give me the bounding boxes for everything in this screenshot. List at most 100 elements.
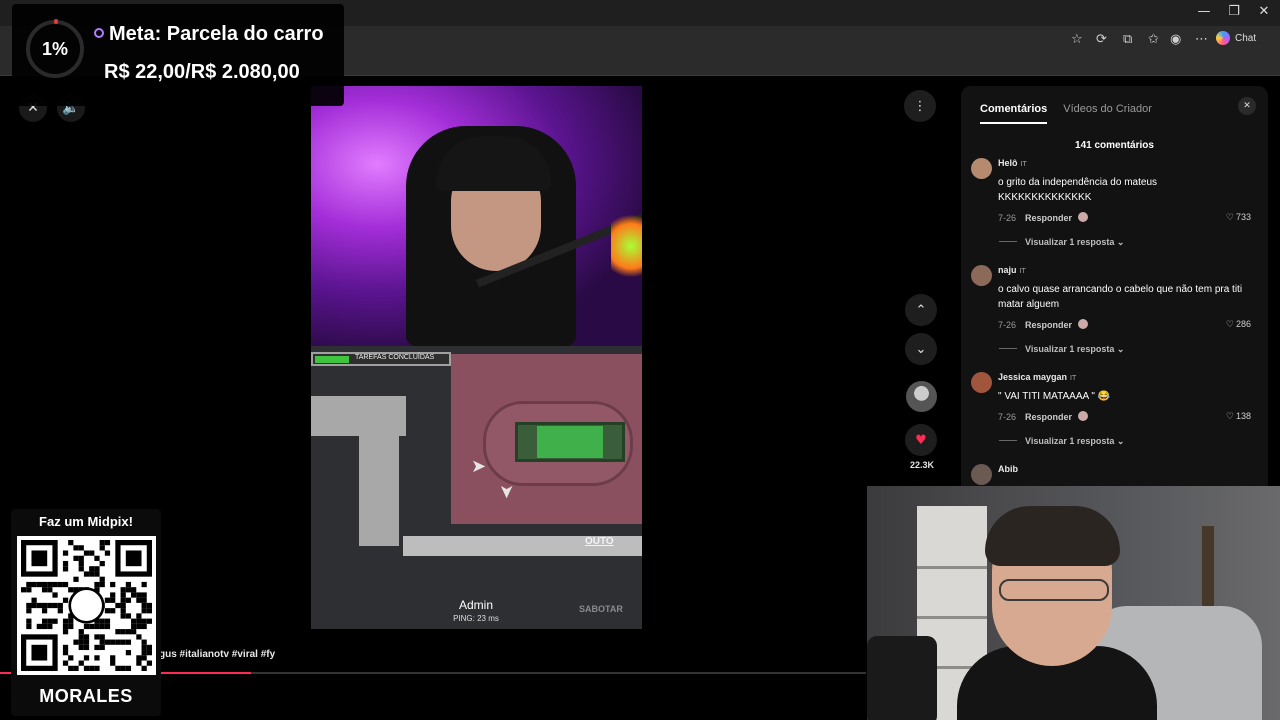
- copilot-chat-button[interactable]: Chat: [1216, 31, 1256, 45]
- more-icon[interactable]: ⋮: [904, 90, 936, 122]
- qr-module: [120, 587, 126, 593]
- qr-module: [41, 587, 48, 593]
- qr-module: [89, 623, 95, 630]
- qr-module: [21, 587, 27, 593]
- qr-finder: [31, 550, 48, 567]
- qr-module: [26, 581, 32, 588]
- comment-username[interactable]: naju IT: [998, 265, 1026, 275]
- view-replies-button[interactable]: Visualizar 1 resposta ⌄: [999, 237, 1124, 248]
- qr-module: [104, 597, 111, 603]
- comment-text: " VAI TITI MATAAAA " 😂: [998, 391, 1111, 402]
- game-view: TAREFAS CONCLUÍDAS ➤ ➤ OUTO SABOTAR Admi…: [311, 346, 642, 629]
- qr-module: [136, 592, 142, 598]
- creator-avatar[interactable]: [906, 381, 937, 412]
- comment-avatar[interactable]: [971, 372, 992, 393]
- view-replies-button[interactable]: Visualizar 1 resposta ⌄: [999, 344, 1124, 355]
- video-player[interactable]: TAREFAS CONCLUÍDAS ➤ ➤ OUTO SABOTAR Admi…: [311, 86, 642, 629]
- qr-module: [99, 623, 105, 630]
- pix-logo-icon: [68, 587, 105, 624]
- comment-username[interactable]: Jessica maygan IT: [998, 372, 1076, 382]
- comment-username[interactable]: Abib: [998, 464, 1018, 474]
- qr-module: [136, 613, 142, 619]
- qr-module: [104, 550, 111, 556]
- heart-icon[interactable]: ♥: [905, 424, 937, 456]
- qr-module: [73, 545, 79, 551]
- username: naju: [998, 265, 1017, 275]
- view-replies-label: Visualizar 1 resposta: [1025, 237, 1115, 247]
- sabotage-button: SABOTAR: [579, 604, 623, 614]
- profile-icon[interactable]: ◉: [1170, 32, 1181, 47]
- task-label: TAREFAS CONCLUÍDAS: [355, 354, 435, 361]
- comment-like[interactable]: ♡ 138: [1226, 411, 1251, 422]
- qr-module: [94, 644, 100, 651]
- qr-module: [120, 597, 126, 603]
- comment-like[interactable]: ♡ 286: [1226, 319, 1251, 330]
- qr-module: [83, 644, 90, 651]
- goal-title: Meta: Parcela do carro: [94, 23, 324, 46]
- task-progress-fill: [315, 356, 349, 363]
- qr-module: [110, 655, 116, 661]
- qr-module: [94, 655, 100, 661]
- qr-module: [78, 555, 84, 561]
- qr-module: [146, 602, 152, 609]
- qr-module: [41, 608, 48, 614]
- comment-like[interactable]: ♡ 733: [1226, 212, 1251, 223]
- maximize-button[interactable]: ❐: [1219, 4, 1249, 19]
- qr-module: [47, 623, 53, 630]
- more-options-icon[interactable]: ⋯: [1195, 32, 1208, 47]
- qr-code: [17, 536, 156, 675]
- comment-avatar[interactable]: [971, 158, 992, 179]
- wall: [359, 396, 399, 546]
- split-screen-icon[interactable]: ⧉: [1123, 32, 1132, 47]
- favorite-star-icon[interactable]: ☆: [1071, 32, 1083, 47]
- qr-module: [104, 618, 111, 624]
- comments-panel: Comentários Vídeos do Criador ✕ 141 come…: [961, 86, 1268, 486]
- close-icon[interactable]: ✕: [1238, 97, 1256, 115]
- comment-avatar[interactable]: [971, 464, 992, 485]
- qr-module: [47, 602, 53, 609]
- extension-icon[interactable]: ⟳: [1096, 32, 1107, 47]
- person-hair: [985, 506, 1120, 566]
- username: Jessica maygan: [998, 372, 1068, 382]
- qr-module: [120, 613, 126, 619]
- qr-module: [78, 639, 84, 645]
- tab-creator-videos[interactable]: Vídeos do Criador: [1063, 103, 1152, 124]
- qr-module: [62, 644, 69, 651]
- reply-button[interactable]: Responder: [1025, 213, 1072, 223]
- qr-module: [52, 602, 58, 609]
- chevron-down-icon[interactable]: ⌄: [905, 333, 937, 365]
- video-caption[interactable]: gus #italianotv #viral #fy: [159, 649, 275, 660]
- qr-module: [68, 665, 74, 671]
- qr-module: [146, 650, 152, 656]
- favorites-icon[interactable]: ✩: [1148, 32, 1159, 47]
- close-window-button[interactable]: ✕: [1249, 4, 1279, 19]
- qr-module: [26, 602, 32, 609]
- minimize-button[interactable]: —: [1189, 4, 1219, 19]
- qr-module: [41, 618, 48, 624]
- reply-button[interactable]: Responder: [1025, 320, 1072, 330]
- qr-module: [62, 650, 69, 656]
- qr-module: [110, 592, 116, 598]
- comment-username[interactable]: Helô IT: [998, 158, 1027, 168]
- qr-module: [73, 576, 79, 582]
- shelf-board: [917, 566, 987, 569]
- qr-module: [31, 602, 37, 609]
- chevron-up-icon[interactable]: ⌃: [905, 294, 937, 326]
- comment-count: 141 comentários: [1075, 140, 1154, 151]
- view-replies-button[interactable]: Visualizar 1 resposta ⌄: [999, 436, 1124, 447]
- reply-button[interactable]: Responder: [1025, 412, 1072, 422]
- qr-module: [41, 581, 48, 588]
- chat-label: Chat: [1235, 32, 1257, 44]
- qr-module: [83, 623, 90, 630]
- qr-module: [26, 608, 32, 614]
- streamer-name: MORALES: [39, 686, 133, 706]
- qr-module: [120, 602, 126, 609]
- tab-comments[interactable]: Comentários: [980, 103, 1048, 124]
- comment-avatar[interactable]: [971, 265, 992, 286]
- qr-module: [115, 665, 121, 671]
- qr-module: [141, 597, 147, 603]
- qr-module: [36, 581, 42, 588]
- qr-module: [146, 618, 152, 624]
- chevron-down-icon: ⌄: [1116, 344, 1125, 354]
- qr-module: [141, 650, 147, 656]
